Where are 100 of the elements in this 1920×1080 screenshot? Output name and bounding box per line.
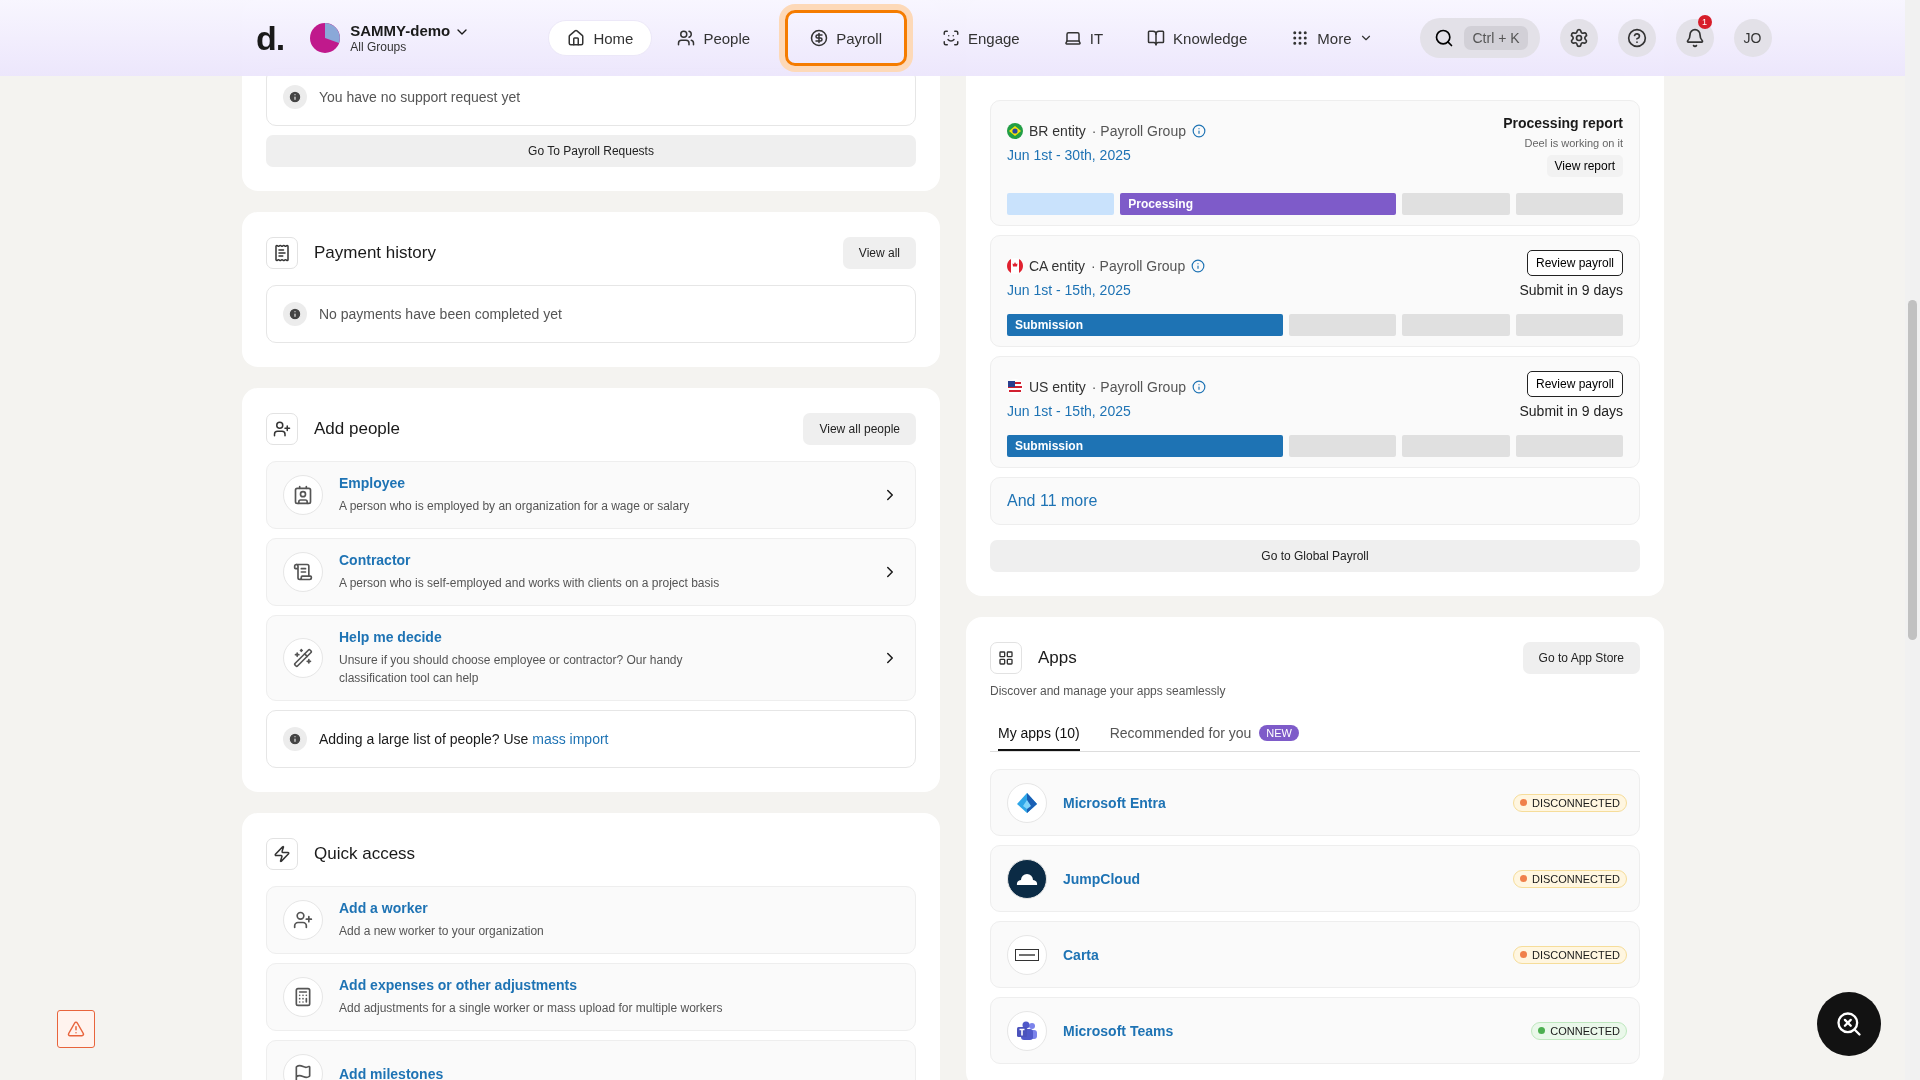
lightning-icon [266, 838, 298, 870]
scrollbar-thumb[interactable] [1908, 300, 1917, 640]
info-icon[interactable] [1191, 124, 1206, 138]
help-button[interactable] [1617, 19, 1656, 57]
app-row[interactable]: JumpCloud DISCONNECTED [990, 845, 1640, 912]
progress-segment: Submission [1007, 314, 1284, 336]
quick-action[interactable]: Add milestones [266, 1040, 916, 1080]
view-all-button[interactable]: View all [842, 237, 916, 269]
org-name[interactable]: SAMMY-demo [350, 22, 451, 39]
payroll-group: · Payroll Group [1091, 379, 1186, 395]
nav-tab[interactable]: IT [1044, 20, 1123, 56]
app-name[interactable]: Microsoft Teams [1063, 1022, 1516, 1039]
worker-type-option[interactable]: Help me decide Unsure if you should choose employee or contractor? Our handy classification tool can help [266, 615, 916, 701]
add-person-icon [283, 900, 323, 940]
action-title[interactable]: Add expenses or other adjustments [339, 977, 899, 993]
face-scan-icon [942, 29, 960, 47]
search-icon [1434, 28, 1455, 48]
diamond-logo-icon [1016, 791, 1038, 814]
calculator-icon [283, 977, 323, 1017]
view-all-people-button[interactable]: View all people [803, 413, 916, 445]
add-person-icon [266, 413, 298, 445]
card-title: Payment history [314, 243, 437, 263]
info-icon[interactable] [1191, 259, 1206, 273]
app-name[interactable]: JumpCloud [1063, 870, 1497, 887]
search-button[interactable]: Ctrl + K [1420, 18, 1540, 58]
app-row[interactable]: Carta DISCONNECTED [990, 921, 1640, 988]
action-description: Add a new worker to your organization [339, 923, 545, 940]
dollar-icon [810, 29, 829, 47]
nav-tab[interactable]: Engage [923, 20, 1039, 56]
quick-action[interactable]: Add expenses or other adjustments Add adjustments for a single worker or mass upload for multiple workers [266, 963, 916, 1031]
review-payroll-button[interactable]: Review payroll [1526, 371, 1623, 397]
app-name[interactable]: Microsoft Entra [1063, 794, 1497, 811]
receipt-icon [266, 237, 298, 269]
flag-icon [1007, 123, 1023, 139]
book-icon [1147, 29, 1166, 47]
payroll-group: · Payroll Group [1091, 258, 1186, 274]
mass-import-link[interactable]: mass import [532, 731, 609, 747]
app-store-button[interactable]: Go to App Store [1522, 642, 1640, 674]
nav-tab[interactable]: People [658, 20, 770, 56]
connection-status: DISCONNECTED [1513, 793, 1627, 812]
info-icon [283, 302, 307, 326]
connection-status: DISCONNECTED [1513, 945, 1627, 964]
entity-name: CA entity [1029, 258, 1086, 274]
review-payroll-button[interactable]: Review payroll [1526, 250, 1623, 276]
apps-tab[interactable]: Recommended for you NEW [1109, 725, 1299, 751]
more-link[interactable]: And 11 more [1007, 492, 1098, 509]
worker-type-option[interactable]: Employee A person who is employed by an organization for a wage or salary [266, 461, 916, 529]
cycle-dates: Jun 1st - 30th, 2025 [1007, 147, 1132, 163]
connection-status: CONNECTED [1531, 1021, 1627, 1040]
action-title[interactable]: Add milestones [339, 1066, 899, 1080]
app-row[interactable]: Microsoft Teams CONNECTED [990, 997, 1640, 1064]
worker-type-option[interactable]: Contractor A person who is self-employed and works with clients on a project basis [266, 538, 916, 606]
quick-action[interactable]: Add a worker Add a new worker to your organization [266, 886, 916, 954]
payroll-group: · Payroll Group [1091, 123, 1186, 139]
cloud-logo-icon [1014, 871, 1040, 886]
app-row[interactable]: Microsoft Entra DISCONNECTED [990, 769, 1640, 836]
settings-button[interactable] [1559, 19, 1598, 57]
cycle-dates: Jun 1st - 15th, 2025 [1007, 403, 1132, 419]
home-icon [567, 29, 586, 47]
info-icon [283, 727, 307, 751]
laptop-icon [1063, 29, 1082, 47]
logo[interactable]: d. [256, 18, 285, 58]
option-title[interactable]: Help me decide [339, 629, 865, 645]
view-report-button[interactable]: View report [1546, 155, 1623, 177]
user-avatar[interactable]: JO [1733, 19, 1772, 57]
card-title: Quick access [314, 844, 417, 864]
payroll-requests-button[interactable]: Go To Payroll Requests [266, 135, 916, 167]
app-name[interactable]: Carta [1063, 946, 1497, 963]
badge-icon [283, 475, 323, 515]
option-description: A person who is employed by an organization for a wage or salary [339, 498, 691, 515]
entity-name: US entity [1029, 379, 1086, 395]
action-title[interactable]: Add a worker [339, 900, 899, 916]
info-icon[interactable] [1191, 380, 1206, 394]
wordmark-logo-icon [1015, 948, 1039, 961]
grid-icon [990, 642, 1022, 674]
cycle-dates: Jun 1st - 15th, 2025 [1007, 282, 1132, 298]
org-avatar-icon[interactable] [310, 23, 341, 53]
apps-tab[interactable]: My apps (10) [998, 725, 1080, 751]
nav-tab[interactable]: Home [548, 20, 653, 56]
deadline-text: Submit in 9 days [1519, 403, 1623, 419]
action-description: Add adjustments for a single worker or mass upload for multiple workers [339, 1000, 724, 1017]
settings-icon [1568, 28, 1589, 48]
info-icon [283, 85, 307, 109]
search-off-icon [1835, 1010, 1863, 1038]
connection-status: DISCONNECTED [1513, 869, 1627, 888]
apps-subtitle: Discover and manage your apps seamlessly [990, 684, 1227, 698]
option-title[interactable]: Employee [339, 475, 865, 491]
nav-tab[interactable]: Knowledge [1128, 20, 1267, 56]
nav-tab[interactable]: More [1272, 20, 1393, 56]
global-payroll-button[interactable]: Go to Global Payroll [990, 540, 1640, 572]
flag-icon [1007, 258, 1023, 274]
option-title[interactable]: Contractor [339, 552, 865, 568]
grid-icon [1291, 29, 1310, 47]
warning-icon [67, 1020, 85, 1038]
scroll-icon [283, 552, 323, 592]
flag-icon [1007, 379, 1023, 395]
new-badge: NEW [1259, 725, 1299, 741]
help-icon [1626, 28, 1647, 48]
bell-icon [1684, 28, 1705, 48]
warning-button[interactable] [57, 1010, 95, 1048]
